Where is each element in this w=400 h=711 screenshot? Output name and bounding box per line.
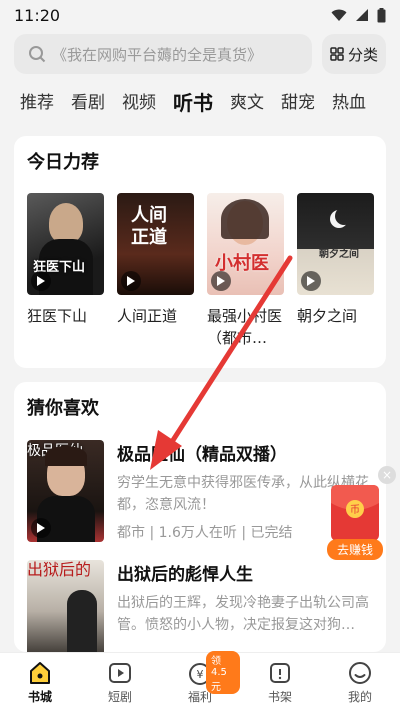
- category-tabs: 推荐 看剧 视频 听书 爽文 甜宠 热血: [0, 86, 400, 120]
- profile-icon: [349, 661, 371, 684]
- book-cover: 极品医仙: [27, 440, 104, 542]
- book-cover: 朝夕之间: [297, 193, 374, 295]
- nav-label: 书城: [27, 689, 52, 704]
- category-button[interactable]: 分类: [322, 34, 386, 74]
- book-cover: 狂医下山: [27, 193, 104, 295]
- nav-badge: 领4.5元: [206, 651, 240, 694]
- book-title: 出狱后的彪悍人生: [117, 565, 253, 585]
- tab-cool-fiction[interactable]: 爽文: [230, 86, 264, 120]
- today-picks-card: 今日力荐 狂医下山 狂医下山 人间 正道 人间正道 小村医 最强小村医（都市… …: [14, 136, 386, 368]
- grid-icon: [330, 47, 344, 61]
- list-item[interactable]: 出狱后的 出狱后的彪悍人生 出狱后的王辉，发现冷艳妻子出轨公司高管。愤怒的小人物…: [27, 560, 377, 652]
- play-icon: [301, 271, 321, 291]
- list-item[interactable]: 极品医仙 极品医仙（精品双播） 穷学生无意中获得邪医传承，从此纵横花都，恣意风流…: [27, 440, 377, 548]
- book-card[interactable]: 小村医 最强小村医（都市…: [207, 193, 284, 349]
- signal-icon: [356, 9, 368, 21]
- book-cover: 出狱后的: [27, 560, 104, 652]
- reward-float-button[interactable]: 币 去赚钱: [327, 485, 383, 560]
- book-cover: 小村医: [207, 193, 284, 295]
- book-card[interactable]: 狂医下山 狂医下山: [27, 193, 104, 349]
- status-icons: [331, 7, 386, 23]
- home-icon: [30, 661, 50, 684]
- book-meta: 都市 | 1.6万人在听 | 已完结: [117, 525, 293, 541]
- book-card[interactable]: 人间 正道 人间正道: [117, 193, 194, 349]
- close-icon[interactable]: ×: [378, 466, 396, 484]
- nav-profile[interactable]: 我的: [320, 653, 400, 711]
- play-icon: [121, 271, 141, 291]
- nav-bookstore[interactable]: 书城: [0, 653, 80, 711]
- play-icon: [31, 518, 51, 538]
- tab-recommend[interactable]: 推荐: [20, 86, 54, 120]
- bottom-nav: 书城 短剧 领4.5元 ¥ 福利 书架 我的: [0, 651, 400, 711]
- section-title-guess: 猜你喜欢: [27, 398, 99, 419]
- status-bar: 11:20: [0, 0, 400, 30]
- nav-label: 我的: [347, 689, 372, 704]
- nav-bookshelf[interactable]: 书架: [240, 653, 320, 711]
- nav-short-drama[interactable]: 短剧: [80, 653, 160, 711]
- search-row: 《我在网购平台薅的全是真货》 分类: [14, 34, 386, 74]
- cover-title: 朝夕之间: [319, 249, 359, 260]
- tab-video[interactable]: 视频: [122, 86, 156, 120]
- book-description: 出狱后的王辉，发现冷艳妻子出轨公司高管。愤怒的小人物，决定报复这对狗…: [117, 595, 369, 633]
- battery-icon: [377, 7, 386, 22]
- book-title: 极品医仙（精品双播）: [117, 445, 287, 465]
- today-book-row: 狂医下山 狂医下山 人间 正道 人间正道 小村医 最强小村医（都市… 朝夕之间 …: [27, 193, 377, 349]
- cover-title: 人间 正道: [131, 205, 167, 248]
- play-icon: [109, 662, 131, 683]
- reward-label: 去赚钱: [336, 543, 373, 557]
- tab-action[interactable]: 热血: [332, 86, 366, 120]
- nav-label: 短剧: [107, 689, 132, 704]
- svg-text:币: 币: [350, 504, 360, 516]
- search-input[interactable]: 《我在网购平台薅的全是真货》: [14, 34, 312, 74]
- book-cover: 人间 正道: [117, 193, 194, 295]
- category-label: 分类: [347, 45, 378, 64]
- wifi-icon: [331, 9, 347, 21]
- search-placeholder: 《我在网购平台薅的全是真货》: [52, 45, 263, 64]
- svg-text:¥: ¥: [197, 668, 204, 681]
- nav-label: 书架: [267, 689, 292, 704]
- bookshelf-icon: [270, 662, 290, 683]
- book-card[interactable]: 朝夕之间 朝夕之间: [297, 193, 374, 349]
- book-name: 狂医下山: [27, 307, 88, 325]
- nav-welfare[interactable]: 领4.5元 ¥ 福利: [160, 651, 240, 711]
- play-icon: [211, 271, 231, 291]
- section-title-today: 今日力荐: [27, 152, 99, 173]
- play-icon: [31, 271, 51, 291]
- cover-title: 出狱后的: [27, 560, 92, 579]
- search-icon: [29, 46, 46, 63]
- book-name: 人间正道: [117, 307, 178, 325]
- tab-romance[interactable]: 甜宠: [281, 86, 315, 120]
- tab-audiobook[interactable]: 听书: [173, 86, 213, 120]
- tab-drama[interactable]: 看剧: [71, 86, 105, 120]
- status-time: 11:20: [14, 5, 61, 25]
- book-name: 最强小村医（都市…: [207, 307, 283, 347]
- book-name: 朝夕之间: [297, 307, 358, 325]
